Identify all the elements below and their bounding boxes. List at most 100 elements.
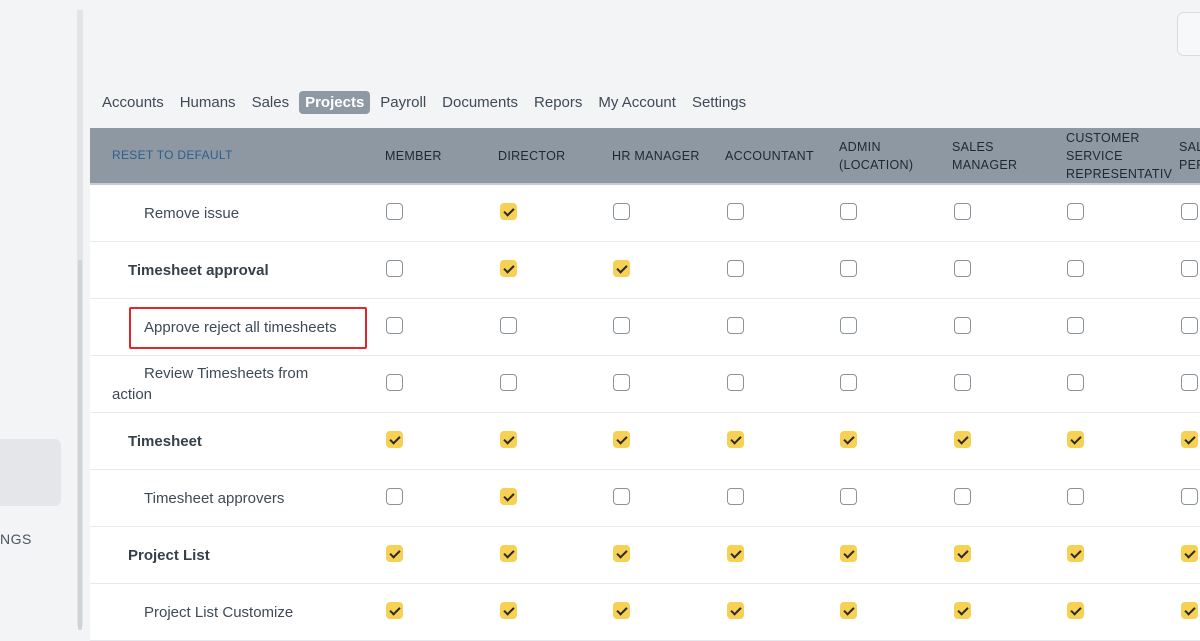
tab-documents[interactable]: Documents: [436, 91, 524, 114]
sidebar-item-settings-label[interactable]: NGS: [0, 531, 32, 547]
checkbox-checked[interactable]: [386, 431, 403, 448]
checkbox-unchecked[interactable]: [1181, 203, 1198, 220]
checkbox-unchecked[interactable]: [386, 260, 403, 277]
checkbox-unchecked[interactable]: [1181, 488, 1198, 505]
table-row: Project List Customize: [90, 584, 1200, 641]
checkbox-checked[interactable]: [1181, 545, 1198, 562]
checkbox-checked[interactable]: [1181, 602, 1198, 619]
permission-label: Timesheet approval: [128, 261, 269, 279]
table-row: Timesheet: [90, 413, 1200, 470]
checkbox-unchecked[interactable]: [500, 317, 517, 334]
checkbox-unchecked[interactable]: [613, 488, 630, 505]
permission-label: Timesheet approvers: [144, 489, 285, 507]
checkbox-unchecked[interactable]: [727, 203, 744, 220]
table-row: Timesheet approvers: [90, 470, 1200, 527]
table-header: RESET TO DEFAULT MEMBER DIRECTOR HR MANAGE…: [90, 128, 1200, 185]
checkbox-checked[interactable]: [1181, 431, 1198, 448]
permission-label: Project List: [128, 546, 210, 564]
permission-label: Review Timesheets from action: [112, 365, 309, 403]
checkbox-checked[interactable]: [840, 545, 857, 562]
checkbox-unchecked[interactable]: [727, 374, 744, 391]
checkbox-unchecked[interactable]: [840, 203, 857, 220]
tab-sales[interactable]: Sales: [246, 91, 296, 114]
checkbox-checked[interactable]: [500, 602, 517, 619]
checkbox-unchecked[interactable]: [613, 203, 630, 220]
tab-my-account[interactable]: My Account: [592, 91, 682, 114]
sidebar: NGS: [0, 0, 78, 630]
checkbox-unchecked[interactable]: [1067, 374, 1084, 391]
checkbox-unchecked[interactable]: [954, 260, 971, 277]
checkbox-checked[interactable]: [500, 545, 517, 562]
permission-label: Project List Customize: [144, 603, 294, 621]
checkbox-checked[interactable]: [840, 431, 857, 448]
permission-label: Timesheet: [128, 432, 202, 450]
checkbox-unchecked[interactable]: [1067, 260, 1084, 277]
checkbox-unchecked[interactable]: [727, 260, 744, 277]
checkbox-unchecked[interactable]: [1067, 203, 1084, 220]
column-header: CUSTOMER SERVICE REPRESENTATIV: [1066, 130, 1173, 181]
column-header: MEMBER: [385, 148, 442, 163]
sidebar-active-item[interactable]: [0, 439, 61, 506]
scrollbar-thumb[interactable]: [78, 260, 82, 630]
checkbox-unchecked[interactable]: [840, 317, 857, 334]
checkbox-checked[interactable]: [954, 431, 971, 448]
checkbox-unchecked[interactable]: [613, 317, 630, 334]
checkbox-unchecked[interactable]: [954, 374, 971, 391]
tab-settings[interactable]: Settings: [686, 91, 752, 114]
table-body: Remove issue Timesheet approval Approve re…: [90, 185, 1200, 641]
checkbox-checked[interactable]: [727, 545, 744, 562]
checkbox-checked[interactable]: [500, 488, 517, 505]
checkbox-unchecked[interactable]: [954, 488, 971, 505]
checkbox-unchecked[interactable]: [386, 203, 403, 220]
checkbox-unchecked[interactable]: [386, 488, 403, 505]
sidebar-scrollbar[interactable]: [77, 10, 83, 630]
tab-humans[interactable]: Humans: [174, 91, 242, 114]
checkbox-unchecked[interactable]: [840, 374, 857, 391]
tab-projects[interactable]: Projects: [299, 91, 371, 114]
checkbox-unchecked[interactable]: [386, 374, 403, 391]
checkbox-checked[interactable]: [954, 602, 971, 619]
checkbox-checked[interactable]: [727, 431, 744, 448]
column-header: SAL PER: [1179, 139, 1200, 172]
permission-label: Remove issue: [144, 204, 240, 222]
tab-payroll[interactable]: Payroll: [374, 91, 432, 114]
table-row: Timesheet approval: [90, 242, 1200, 299]
checkbox-unchecked[interactable]: [840, 260, 857, 277]
checkbox-checked[interactable]: [727, 602, 744, 619]
checkbox-checked[interactable]: [386, 602, 403, 619]
checkbox-checked[interactable]: [500, 203, 517, 220]
checkbox-unchecked[interactable]: [954, 203, 971, 220]
checkbox-unchecked[interactable]: [1181, 374, 1198, 391]
checkbox-checked[interactable]: [840, 602, 857, 619]
checkbox-checked[interactable]: [1067, 431, 1084, 448]
tab-repors[interactable]: Repors: [528, 91, 588, 114]
checkbox-unchecked[interactable]: [1067, 488, 1084, 505]
checkbox-checked[interactable]: [613, 431, 630, 448]
table-row: Remove issue: [90, 185, 1200, 242]
checkbox-unchecked[interactable]: [500, 374, 517, 391]
column-header: ADMIN (LOCATION): [839, 139, 914, 172]
tab-accounts[interactable]: Accounts: [96, 91, 170, 114]
table-row: Review Timesheets from action: [90, 356, 1200, 413]
checkbox-unchecked[interactable]: [954, 317, 971, 334]
checkbox-checked[interactable]: [1067, 602, 1084, 619]
checkbox-checked[interactable]: [500, 260, 517, 277]
reset-to-default-link[interactable]: RESET TO DEFAULT: [112, 148, 233, 162]
checkbox-unchecked[interactable]: [386, 317, 403, 334]
checkbox-unchecked[interactable]: [840, 488, 857, 505]
checkbox-unchecked[interactable]: [727, 317, 744, 334]
checkbox-checked[interactable]: [613, 602, 630, 619]
checkbox-unchecked[interactable]: [1181, 260, 1198, 277]
checkbox-unchecked[interactable]: [727, 488, 744, 505]
checkbox-checked[interactable]: [613, 260, 630, 277]
top-right-button[interactable]: [1177, 12, 1200, 56]
checkbox-unchecked[interactable]: [1181, 317, 1198, 334]
checkbox-checked[interactable]: [500, 431, 517, 448]
checkbox-unchecked[interactable]: [613, 374, 630, 391]
checkbox-checked[interactable]: [954, 545, 971, 562]
checkbox-checked[interactable]: [613, 545, 630, 562]
checkbox-checked[interactable]: [386, 545, 403, 562]
module-tabs: Accounts Humans Sales Projects Payroll Docume…: [96, 91, 756, 114]
checkbox-unchecked[interactable]: [1067, 317, 1084, 334]
checkbox-checked[interactable]: [1067, 545, 1084, 562]
